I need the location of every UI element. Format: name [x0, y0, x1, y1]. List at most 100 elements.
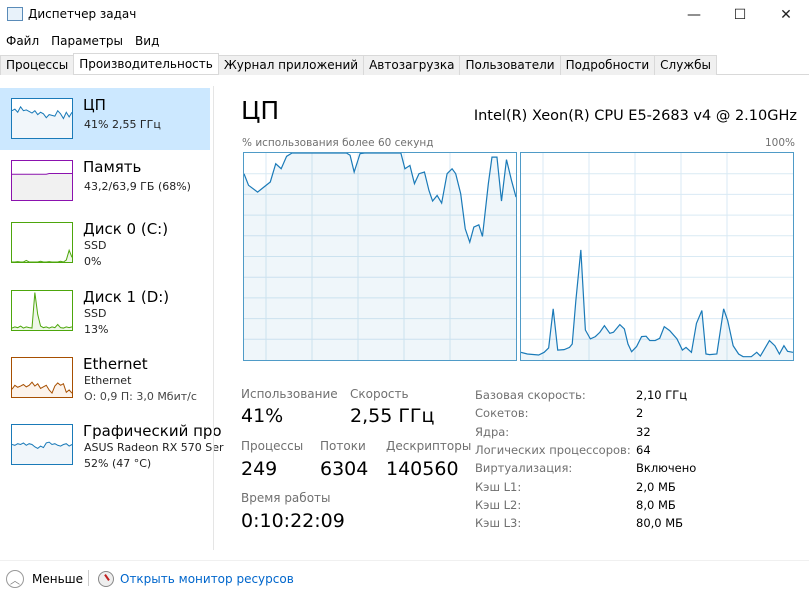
speed-label: Скорость [350, 387, 409, 401]
uptime-value: 0:10:22:09 [241, 510, 345, 532]
usage-label: Использование [241, 387, 338, 401]
detail-value: 2,0 МБ [636, 479, 676, 494]
speed-value: 2,55 ГГц [350, 405, 435, 427]
tab-5[interactable]: Подробности [559, 55, 656, 75]
usage-area [244, 153, 516, 360]
close-icon: ✕ [780, 7, 792, 23]
fewer-details-button[interactable]: Меньше [32, 572, 83, 586]
threads-value: 6304 [320, 458, 369, 480]
sidebar-item-value: 0% [84, 255, 102, 268]
open-resource-monitor-link[interactable]: Открыть монитор ресурсов [120, 572, 294, 586]
threads-label: Потоки [320, 439, 366, 453]
detail-label: Кэш L2: [475, 497, 522, 512]
sidebar-thumbnail-graph [11, 424, 73, 465]
sidebar-item-2[interactable]: Диск 0 (C:) SSD 0% [0, 212, 210, 274]
sidebar-thumbnail-graph [11, 290, 73, 331]
chevron-up-icon[interactable]: ︿ [6, 570, 24, 588]
menu-file[interactable]: Файл [0, 32, 45, 50]
menu-view[interactable]: Вид [129, 32, 165, 50]
sidebar-thumbnail-graph [11, 160, 73, 201]
window-title: Диспетчер задач [28, 7, 137, 21]
usage-area [521, 249, 793, 360]
sidebar-item-detail: Ethernet [84, 374, 132, 387]
sidebar-item-detail: SSD [84, 307, 107, 320]
maximize-icon: ☐ [733, 7, 747, 23]
detail-value: 8,0 МБ [636, 497, 676, 512]
sidebar-item-4[interactable]: Ethernet Ethernet О: 0,9 П: 3,0 Мбит/с [0, 347, 210, 409]
detail-value: 32 [636, 424, 651, 439]
cpu-model: Intel(R) Xeon(R) CPU E5-2683 v4 @ 2.10GH… [473, 108, 797, 124]
graph-caption: % использования более 60 секунд [242, 137, 434, 149]
handles-value: 140560 [386, 458, 459, 480]
cpu-graph-0 [243, 152, 517, 361]
detail-label: Логических процессоров: [475, 442, 631, 457]
tab-bar: Процессы Производительность Журнал приложе… [0, 53, 809, 75]
tab-6[interactable]: Службы [654, 55, 718, 75]
sidebar-item-name: Ethernet [83, 355, 148, 373]
sidebar-item-name: Графический про [83, 422, 222, 440]
minimize-icon: — [687, 7, 701, 23]
usage-value: 41% [241, 405, 284, 427]
sidebar-thumbnail-graph [11, 222, 73, 263]
processes-label: Процессы [241, 439, 304, 453]
footer-separator [88, 570, 89, 586]
sidebar-thumbnail-graph [11, 357, 73, 398]
footer-divider [0, 560, 809, 561]
detail-label: Сокетов: [475, 406, 529, 421]
tab-2[interactable]: Журнал приложений [217, 55, 365, 75]
sidebar-thumbnail-graph [11, 98, 73, 139]
thumbnail-fill [12, 173, 72, 200]
detail-label: Базовая скорость: [475, 388, 586, 402]
sidebar-item-detail: 41% 2,55 ГГц [84, 118, 161, 131]
task-manager-icon [7, 7, 23, 21]
detail-label: Кэш L1: [475, 479, 522, 494]
title-bar: Диспетчер задач — ☐ ✕ [0, 0, 809, 30]
minimize-button[interactable]: — [671, 0, 717, 30]
detail-value: 2,10 ГГц [636, 388, 688, 402]
sidebar-item-name: Диск 1 (D:) [83, 288, 170, 306]
thumbnail-fill [12, 250, 72, 262]
detail-value: 2 [636, 406, 644, 421]
thumbnail-line [12, 248, 72, 262]
sidebar-item-value: 52% (47 °C) [84, 457, 152, 470]
uptime-label: Время работы [241, 491, 331, 505]
detail-value: 64 [636, 442, 651, 457]
detail-value: 80,0 МБ [636, 516, 684, 531]
sidebar-divider [213, 86, 214, 550]
sidebar-item-5[interactable]: Графический про ASUS Radeon RX 570 Ser 52%… [0, 414, 224, 476]
resource-monitor-icon[interactable] [98, 571, 114, 587]
detail-label: Кэш L3: [475, 516, 522, 531]
detail-value: Включено [636, 461, 697, 476]
tab-4[interactable]: Пользователи [459, 55, 561, 75]
sidebar-item-value: О: 0,9 П: 3,0 Мбит/с [84, 390, 197, 403]
maximize-button[interactable]: ☐ [717, 0, 763, 30]
sidebar-item-detail: SSD [84, 239, 107, 252]
sidebar-item-name: ЦП [83, 96, 106, 114]
resource-sidebar: ЦП 41% 2,55 ГГц Память 43,2/63,9 ГБ (68%) Ди… [0, 86, 224, 548]
detail-label: Ядра: [475, 424, 510, 439]
tab-0[interactable]: Процессы [0, 55, 75, 75]
sidebar-item-1[interactable]: Память 43,2/63,9 ГБ (68%) [0, 150, 210, 212]
thumbnail-fill [12, 292, 72, 330]
graph-max-label: 100% [764, 137, 795, 149]
handles-label: Дескрипторы [386, 439, 472, 453]
sidebar-item-detail: ASUS Radeon RX 570 Ser [84, 441, 224, 454]
tab-3[interactable]: Автозагрузка [363, 55, 461, 75]
sidebar-item-3[interactable]: Диск 1 (D:) SSD 13% [0, 280, 210, 342]
thumbnail-fill [12, 442, 72, 464]
close-button[interactable]: ✕ [763, 0, 809, 30]
sidebar-item-0[interactable]: ЦП 41% 2,55 ГГц [0, 88, 210, 150]
page-title: ЦП [241, 96, 280, 125]
sidebar-item-value: 13% [84, 323, 109, 336]
sidebar-item-name: Диск 0 (C:) [83, 220, 169, 238]
processes-value: 249 [241, 458, 278, 480]
cpu-graph-1 [520, 152, 794, 361]
menu-options[interactable]: Параметры [45, 32, 129, 50]
sidebar-item-detail: 43,2/63,9 ГБ (68%) [84, 180, 191, 193]
menu-bar: Файл Параметры Вид [0, 32, 165, 50]
tab-1[interactable]: Производительность [73, 53, 219, 74]
sidebar-item-name: Память [83, 158, 142, 176]
detail-label: Виртуализация: [475, 461, 573, 476]
thumbnail-fill [12, 106, 72, 138]
thumbnail-line [12, 292, 72, 329]
